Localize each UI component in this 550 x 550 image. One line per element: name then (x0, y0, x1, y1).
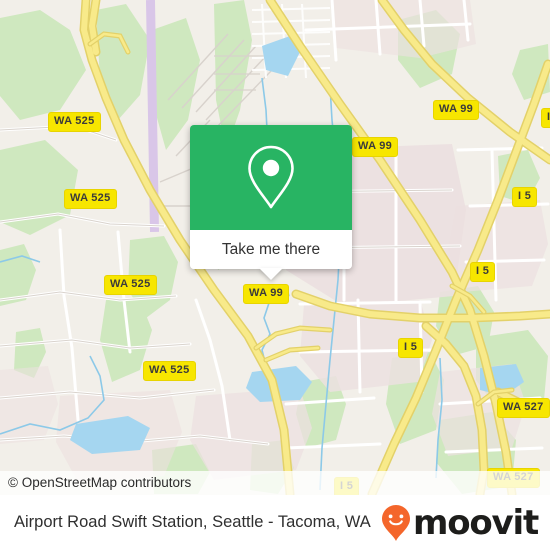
map-share-card: WA 525 WA 525 WA 525 WA 525 WA 99 WA 99 … (0, 0, 550, 550)
take-me-there-popup[interactable]: Take me there (190, 125, 352, 280)
road-shield-wa99: WA 99 (243, 284, 290, 304)
moovit-smiley-pin-icon (381, 504, 410, 541)
road-shield-wa525: WA 525 (104, 275, 157, 295)
take-me-there-label: Take me there (221, 240, 321, 258)
road-shield-wa525: WA 525 (64, 189, 117, 209)
moovit-logo[interactable]: moovit (381, 502, 539, 543)
road-shield-wa525: WA 525 (48, 112, 101, 132)
footer-bar: Airport Road Swift Station, Seattle - Ta… (0, 495, 550, 550)
road-shield-wa99: WA 99 (433, 100, 480, 120)
moovit-wordmark: moovit (412, 502, 539, 543)
road-shield-wa527: WA 527 (497, 398, 550, 418)
map-attribution: © OpenStreetMap contributors (0, 471, 550, 495)
road-shield-i5: I 5 (512, 187, 538, 207)
popup-action-area[interactable]: Take me there (190, 230, 352, 280)
road-shield-i5: I 5 (541, 108, 550, 128)
road-shield-wa525: WA 525 (143, 361, 196, 381)
station-title: Airport Road Swift Station, Seattle - Ta… (14, 513, 371, 531)
road-shield-i5: I 5 (470, 262, 496, 282)
map-pin-icon (248, 145, 294, 208)
road-shield-i5: I 5 (398, 338, 424, 358)
road-shield-wa99: WA 99 (352, 137, 399, 157)
popup-icon-area (190, 125, 352, 230)
popup-pointer (259, 268, 283, 280)
